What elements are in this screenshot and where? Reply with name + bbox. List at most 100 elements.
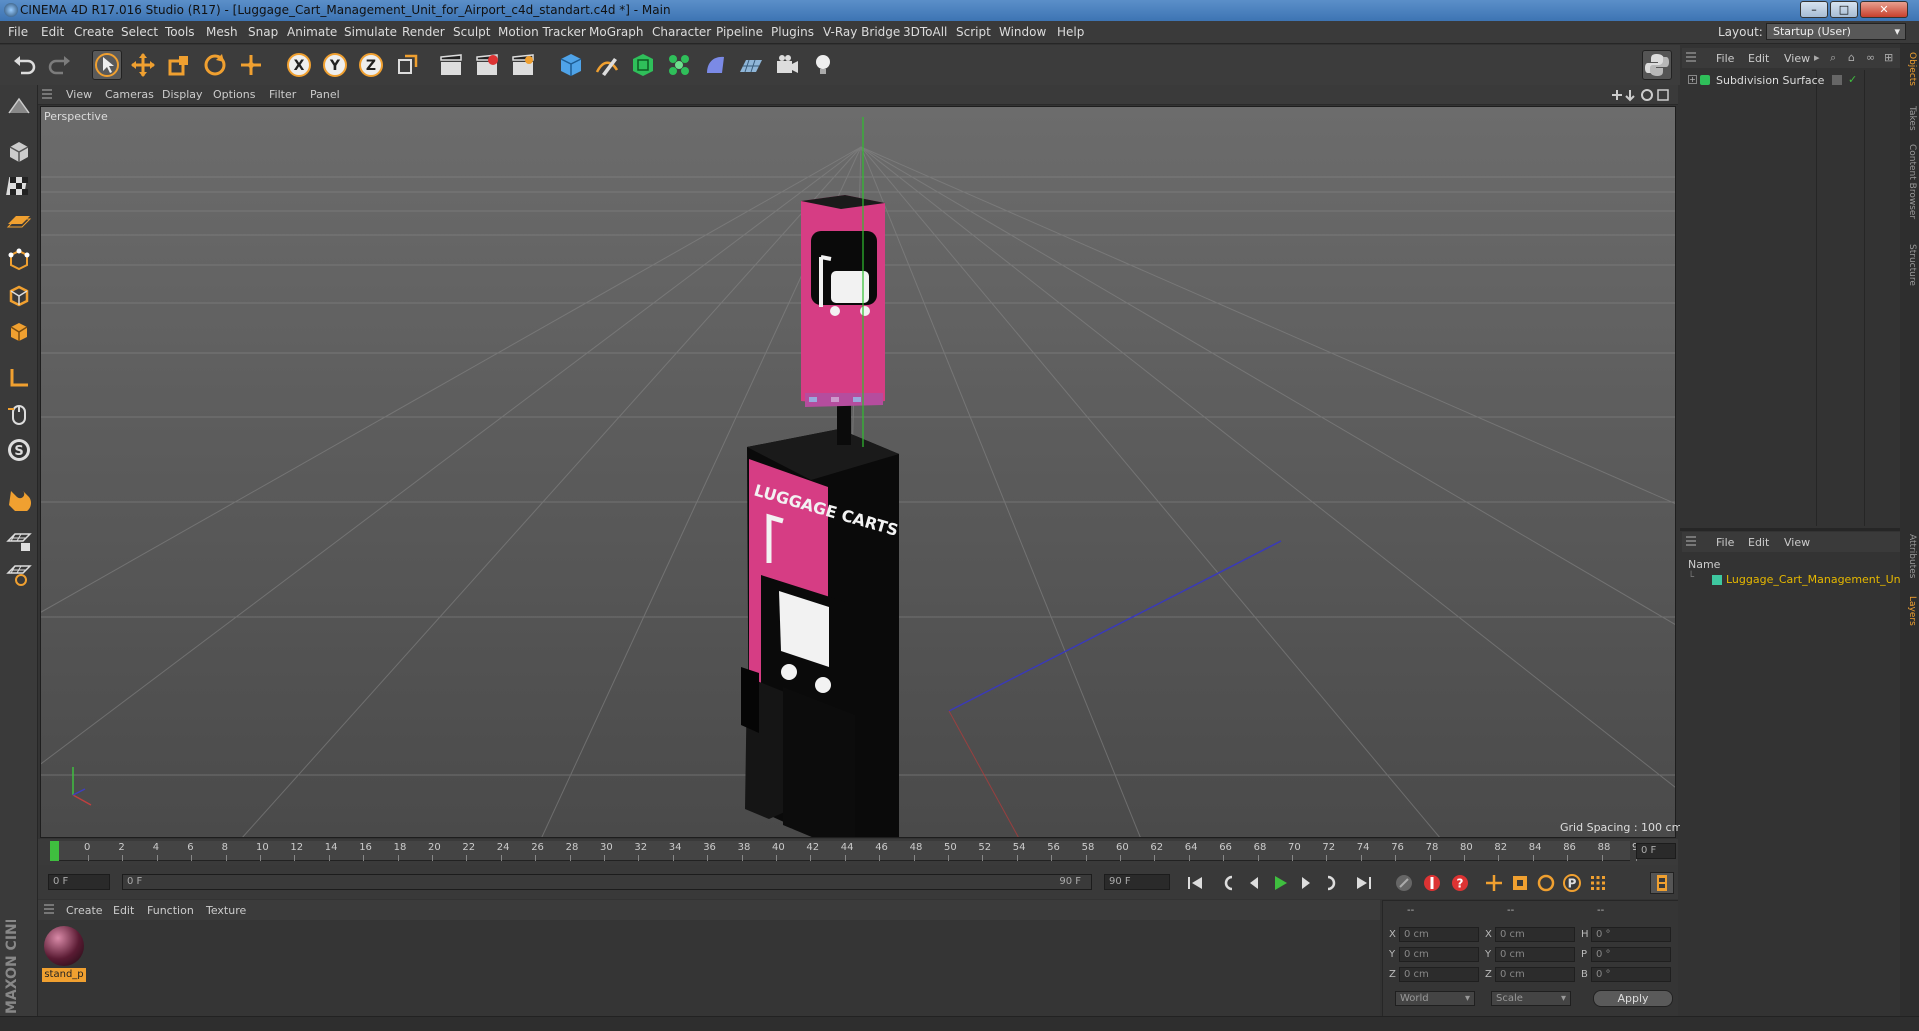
viewport-menu-view[interactable]: View: [66, 88, 92, 101]
layer-menu-file[interactable]: File: [1716, 536, 1734, 549]
size-y-field[interactable]: 0 cm: [1495, 947, 1575, 962]
redo-button[interactable]: [44, 50, 74, 80]
viewport-nav-icons[interactable]: [1610, 88, 1676, 102]
planar-workplane-button[interactable]: [3, 559, 35, 589]
undo-button[interactable]: [10, 50, 40, 80]
transform-tool-button[interactable]: [236, 50, 266, 80]
next-keyframe-button[interactable]: [1320, 872, 1344, 894]
menu-character[interactable]: Character: [652, 25, 711, 39]
start-frame-field[interactable]: 0 F: [48, 874, 110, 890]
link-icon[interactable]: ∞: [1866, 51, 1875, 64]
points-mode-button[interactable]: [3, 245, 35, 275]
timeline[interactable]: 0 2 4 6 8 10 12 14 16 18 20 22 24 26 28 30 32 34 36 38 40 42 4…: [38, 839, 1678, 865]
menu-help[interactable]: Help: [1057, 25, 1084, 39]
camera-button[interactable]: [772, 50, 802, 80]
3d-viewport[interactable]: LUGGAGE CARTS: [40, 106, 1676, 838]
end-frame-field[interactable]: 90 F: [1104, 874, 1170, 890]
menu-simulate[interactable]: Simulate: [344, 25, 397, 39]
position-z-field[interactable]: 0 cm: [1399, 967, 1479, 982]
workplane-mode-button[interactable]: [3, 205, 35, 235]
apply-button[interactable]: Apply: [1593, 990, 1673, 1007]
goto-end-button[interactable]: [1352, 872, 1376, 894]
viewport-menu-options[interactable]: Options: [213, 88, 255, 101]
snap-button[interactable]: S: [3, 435, 35, 465]
material-menu-function[interactable]: Function: [147, 904, 194, 917]
live-selection-button[interactable]: [92, 50, 122, 80]
visibility-icon[interactable]: [1832, 75, 1842, 85]
object-menu-edit[interactable]: Edit: [1748, 52, 1769, 65]
render-settings-button[interactable]: [508, 50, 538, 80]
current-frame-field[interactable]: 0 F: [1636, 843, 1676, 859]
goto-start-button[interactable]: [1183, 872, 1207, 894]
viewport-menu-cameras[interactable]: Cameras: [105, 88, 154, 101]
object-menu-file[interactable]: File: [1716, 52, 1734, 65]
side-tab-takes[interactable]: Takes: [1902, 106, 1917, 131]
rotate-tool-button[interactable]: [200, 50, 230, 80]
frame-range-slider[interactable]: 0 F 90 F: [122, 874, 1092, 890]
side-tab-content-browser[interactable]: Content Browser: [1902, 144, 1917, 219]
viewport-menu-panel[interactable]: Panel: [310, 88, 340, 101]
chevron-right-icon[interactable]: ▸: [1814, 51, 1820, 64]
maximize-button[interactable]: □: [1830, 1, 1858, 18]
layer-menu-view[interactable]: View: [1784, 536, 1810, 549]
size-z-field[interactable]: 0 cm: [1495, 967, 1575, 982]
menu-edit[interactable]: Edit: [41, 25, 64, 39]
menu-mesh[interactable]: Mesh: [206, 25, 238, 39]
expand-icon[interactable]: +: [1688, 75, 1697, 84]
size-x-field[interactable]: 0 cm: [1495, 927, 1575, 942]
side-tab-attributes[interactable]: Attributes: [1902, 534, 1917, 578]
side-tab-layers[interactable]: Layers: [1902, 596, 1917, 626]
key-scale-button[interactable]: [1508, 872, 1532, 894]
menu-motion-tracker[interactable]: Motion Tracker: [498, 25, 586, 39]
render-view-button[interactable]: [436, 50, 466, 80]
rotation-h-field[interactable]: 0 °: [1591, 927, 1671, 942]
axis-mode-button[interactable]: [3, 363, 35, 393]
material-thumbnail[interactable]: stand_p: [42, 926, 86, 984]
menu-select[interactable]: Select: [121, 25, 158, 39]
menu-create[interactable]: Create: [74, 25, 114, 39]
tweak-mode-button[interactable]: [3, 399, 35, 429]
polygons-mode-button[interactable]: [3, 317, 35, 347]
timeline-layout-button[interactable]: [1650, 872, 1674, 894]
menu-tools[interactable]: Tools: [165, 25, 195, 39]
menu-file[interactable]: File: [8, 25, 28, 39]
make-editable-button[interactable]: [3, 93, 35, 123]
side-tab-objects[interactable]: Objects: [1902, 52, 1917, 86]
position-y-field[interactable]: 0 cm: [1399, 947, 1479, 962]
spline-pen-button[interactable]: [592, 50, 622, 80]
position-x-field[interactable]: 0 cm: [1399, 927, 1479, 942]
search-icon[interactable]: ⌕: [1830, 51, 1836, 65]
menu-render[interactable]: Render: [402, 25, 445, 39]
menu-script[interactable]: Script: [956, 25, 991, 39]
layer-color-swatch[interactable]: [1712, 575, 1722, 585]
luggage-cart-model[interactable]: LUGGAGE CARTS: [741, 195, 900, 838]
motion-record-button[interactable]: [1392, 872, 1416, 894]
key-parameter-button[interactable]: P: [1560, 872, 1584, 894]
menu-pipeline[interactable]: Pipeline: [716, 25, 763, 39]
menu-mograph[interactable]: MoGraph: [589, 25, 644, 39]
move-tool-button[interactable]: [128, 50, 158, 80]
light-button[interactable]: [808, 50, 838, 80]
minimize-button[interactable]: –: [1800, 1, 1828, 18]
rotation-p-field[interactable]: 0 °: [1591, 947, 1671, 962]
material-menu-create[interactable]: Create: [66, 904, 103, 917]
menu-window[interactable]: Window: [999, 25, 1046, 39]
edges-mode-button[interactable]: [3, 281, 35, 311]
layer-menu-edit[interactable]: Edit: [1748, 536, 1769, 549]
close-button[interactable]: ✕: [1860, 1, 1908, 18]
viewport-menu-display[interactable]: Display: [162, 88, 203, 101]
material-menu-texture[interactable]: Texture: [206, 904, 246, 917]
coordinate-system-dropdown[interactable]: World ▾: [1395, 991, 1475, 1006]
deformer-button[interactable]: [700, 50, 730, 80]
play-button[interactable]: [1268, 872, 1292, 894]
z-axis-button[interactable]: Z: [356, 50, 386, 80]
size-mode-dropdown[interactable]: Scale ▾: [1491, 991, 1571, 1006]
home-icon[interactable]: ⌂: [1848, 51, 1855, 64]
cube-object-button[interactable]: [556, 50, 586, 80]
x-axis-button[interactable]: X: [284, 50, 314, 80]
next-frame-button[interactable]: [1294, 872, 1318, 894]
cloner-button[interactable]: [664, 50, 694, 80]
previous-frame-button[interactable]: [1242, 872, 1266, 894]
magnet-button[interactable]: [3, 483, 35, 513]
menu-vray-bridge[interactable]: V-Ray Bridge: [823, 25, 900, 39]
